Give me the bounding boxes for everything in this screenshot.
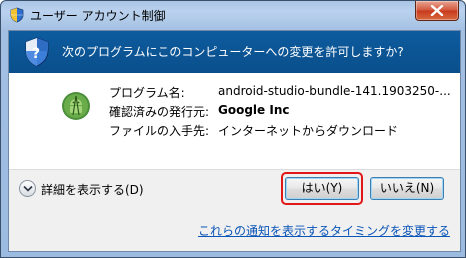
window-title: ユーザー アカウント制御 xyxy=(30,9,166,23)
file-origin-label: ファイルの入手先: xyxy=(109,124,210,138)
title-bar[interactable]: ユーザー アカウント制御 xyxy=(1,1,465,29)
uac-dialog-window: ユーザー アカウント制御 ? 次のプログラムにこのコンピューターへの変更を許可し… xyxy=(0,0,466,258)
android-studio-icon xyxy=(61,91,91,121)
yes-button[interactable]: はい(Y) xyxy=(285,177,359,200)
publisher-label: 確認済みの発行元: xyxy=(109,105,210,119)
close-button[interactable] xyxy=(415,1,459,21)
show-details-label[interactable]: 詳細を表示する(D) xyxy=(41,181,144,198)
dialog-footer: 詳細を表示する(D) はい(Y) いいえ(N) これらの通知を表示するタイミング… xyxy=(9,170,460,251)
uac-shield-icon: ? xyxy=(23,36,51,68)
file-origin-value: インターネットからダウンロード xyxy=(218,124,399,138)
program-info: プログラム名: android-studio-bundle-141.190325… xyxy=(9,73,460,170)
prompt-question: 次のプログラムにこのコンピューターへの変更を許可しますか? xyxy=(62,45,404,59)
dialog-content: ? 次のプログラムにこのコンピューターへの変更を許可しますか? プログラム名: xyxy=(8,30,461,252)
chevron-down-icon xyxy=(23,185,33,192)
program-name-label: プログラム名: xyxy=(109,86,185,100)
close-icon xyxy=(430,5,444,16)
details-expander[interactable] xyxy=(19,180,36,197)
no-button[interactable]: いいえ(N) xyxy=(370,177,444,200)
svg-text:?: ? xyxy=(32,46,40,62)
change-notification-settings-link[interactable]: これらの通知を表示するタイミングを変更する xyxy=(198,222,450,239)
uac-shield-icon xyxy=(9,7,25,23)
dialog-header: ? 次のプログラムにこのコンピューターへの変更を許可しますか? xyxy=(9,31,460,73)
publisher-value: Google Inc xyxy=(218,103,290,117)
program-name-value: android-studio-bundle-141.1903250-... xyxy=(218,84,451,98)
